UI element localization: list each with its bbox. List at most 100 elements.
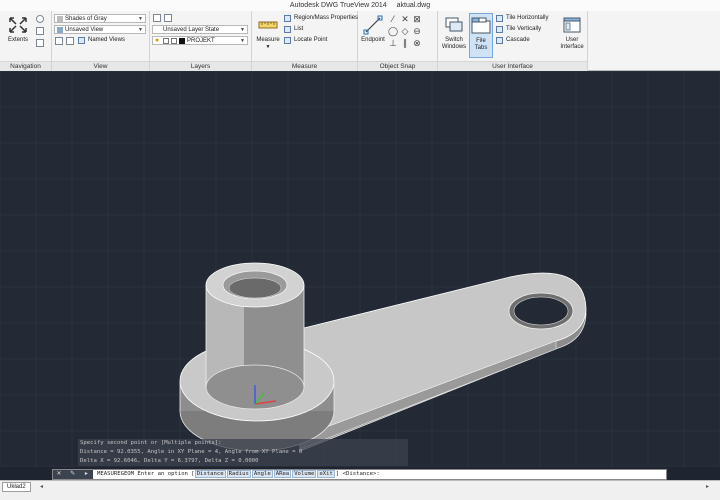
- chevron-down-icon: ▼: [265, 44, 271, 50]
- user-interface-button[interactable]: User Interface: [558, 15, 586, 51]
- extents-button[interactable]: Extents: [4, 15, 32, 44]
- region-mass-properties-button[interactable]: Region/Mass Properties: [284, 14, 358, 23]
- ribbon: Extents Navigation Shades of Gray ▼ Unsa…: [0, 11, 720, 71]
- lock-icon: [171, 38, 177, 44]
- ruler-icon: [258, 21, 278, 29]
- option-distance[interactable]: Distance: [194, 470, 226, 478]
- option-radius[interactable]: Radius: [226, 470, 251, 478]
- chevron-down-icon: ▼: [240, 27, 245, 33]
- measure-panel-label: Measure: [252, 61, 357, 71]
- option-angle[interactable]: Angle: [251, 470, 273, 478]
- command-line[interactable]: ✕ ✎ ▸ MEASUREGEOM Enter an option [Dista…: [52, 469, 667, 480]
- saved-view-select[interactable]: Unsaved View ▼: [54, 25, 146, 34]
- customize-icon[interactable]: ✎: [67, 470, 79, 479]
- object-snap-panel: Endpoint ⁄ ✕ ⊠ ◯ ◇ ⊖ ⊥ ∥ ⊗ Object Snap: [358, 11, 438, 71]
- endpoint-button[interactable]: Endpoint: [360, 15, 386, 44]
- list-button[interactable]: List: [284, 25, 303, 34]
- lightbulb-icon: ●: [155, 37, 160, 44]
- measure-panel: Measure ▼ Region/Mass Properties List Lo…: [252, 11, 358, 71]
- file-tabs-icon: [471, 17, 491, 34]
- object-snap-panel-label: Object Snap: [358, 61, 437, 71]
- pan-icon[interactable]: [36, 15, 44, 23]
- snap-apparent-icon[interactable]: ⊠: [412, 14, 422, 24]
- view-panel-label: View: [52, 61, 149, 71]
- view-cube-icon[interactable]: [55, 37, 63, 45]
- option-volume[interactable]: Volume: [292, 470, 317, 478]
- snap-center-icon[interactable]: ◯: [388, 26, 398, 36]
- visual-style-select[interactable]: Shades of Gray ▼: [54, 14, 146, 23]
- layer-properties-icon[interactable]: [153, 14, 161, 22]
- command-suffix: <Distance>:: [342, 471, 380, 477]
- chevron-down-icon: ▼: [138, 16, 143, 22]
- navigation-panel-label: Navigation: [0, 61, 51, 71]
- 3d-part-model[interactable]: [0, 71, 720, 467]
- extents-icon: [9, 17, 27, 33]
- orbit-icon[interactable]: [36, 27, 44, 35]
- region-mass-icon: [284, 15, 291, 22]
- switch-windows-icon: [445, 17, 463, 32]
- snap-perpendicular-icon[interactable]: ⊥: [388, 38, 398, 48]
- close-icon[interactable]: ✕: [53, 470, 65, 479]
- snap-midpoint-icon[interactable]: ⁄: [388, 14, 398, 24]
- command-prompt[interactable]: MEASUREGEOM Enter an option [Distance Rad…: [97, 470, 380, 479]
- endpoint-icon: [363, 15, 383, 35]
- layer-state-select[interactable]: Unsaved Layer State ▼: [152, 25, 248, 34]
- list-icon: [284, 26, 291, 33]
- visual-style-icon: [57, 16, 63, 22]
- tile-horizontally-button[interactable]: Tile Horizontally: [496, 14, 548, 23]
- drawing-viewport[interactable]: [0, 71, 720, 467]
- tile-horizontally-icon: [496, 15, 503, 22]
- chevron-down-icon: ▼: [240, 38, 245, 44]
- chevron-down-icon: ▼: [138, 27, 143, 33]
- switch-windows-button[interactable]: Switch Windows: [440, 15, 468, 51]
- layers-panel-label: Layers: [150, 61, 251, 71]
- command-history-line: Specify second point or [Multiple points…: [78, 439, 408, 448]
- tile-vertically-icon: [496, 26, 503, 33]
- navigation-panel: Extents Navigation: [0, 11, 52, 71]
- command-history-line: Delta X = 92.6046, Delta Y = 6.3797, Del…: [78, 457, 408, 466]
- tile-vertically-button[interactable]: Tile Vertically: [496, 25, 541, 34]
- zoom-icon[interactable]: [36, 39, 44, 47]
- viewport-icon[interactable]: [66, 37, 74, 45]
- named-views-button[interactable]: Named Views: [78, 36, 125, 45]
- snap-node-icon[interactable]: ⊗: [412, 38, 422, 48]
- command-line-buttons: ✕ ✎ ▸: [53, 470, 93, 479]
- file-tabs-button[interactable]: File Tabs: [469, 13, 493, 58]
- current-layer-select[interactable]: ● PROJEKT ▼: [152, 36, 248, 45]
- user-interface-icon: [563, 17, 581, 33]
- file-name: aktual.dwg: [396, 2, 431, 9]
- layer-freeze-icon[interactable]: [164, 14, 172, 22]
- locate-point-button[interactable]: Locate Point: [284, 36, 327, 45]
- app-title: Autodesk DWG TrueView 2014: [289, 2, 387, 9]
- user-interface-panel: Switch Windows File Tabs Tile Horizontal…: [438, 11, 588, 71]
- option-area[interactable]: ARea: [273, 470, 292, 478]
- view-panel: Shades of Gray ▼ Unsaved View ▼ Named Vi…: [52, 11, 150, 71]
- view-icon: [57, 27, 63, 33]
- snap-intersection-icon[interactable]: ✕: [400, 14, 410, 24]
- recent-commands-icon[interactable]: ▸: [80, 470, 92, 479]
- cascade-icon: [496, 37, 503, 44]
- scroll-left-icon[interactable]: ◂: [40, 483, 43, 490]
- snap-modes-grid: ⁄ ✕ ⊠ ◯ ◇ ⊖ ⊥ ∥ ⊗: [388, 14, 434, 58]
- measure-button[interactable]: Measure ▼: [254, 15, 282, 51]
- scroll-right-icon[interactable]: ▸: [706, 483, 709, 490]
- layers-panel: Unsaved Layer State ▼ ● PROJEKT ▼ Layers: [150, 11, 252, 71]
- snap-tangent-icon[interactable]: ⊖: [412, 26, 422, 36]
- lever-arm: [299, 272, 587, 452]
- cascade-button[interactable]: Cascade: [496, 36, 530, 45]
- layout-tab[interactable]: Układ2: [2, 482, 31, 492]
- locate-point-icon: [284, 37, 291, 44]
- command-prefix: MEASUREGEOM Enter an option: [97, 471, 188, 477]
- command-history: Specify second point or [Multiple points…: [78, 439, 408, 466]
- layer-color-swatch: [179, 38, 185, 44]
- sun-icon: [163, 38, 169, 44]
- status-bar: Układ2 ◂ ▸: [0, 480, 720, 500]
- option-exit[interactable]: eXit: [317, 470, 335, 478]
- command-history-line: Distance = 92.0355, Angle in XY Plane = …: [78, 448, 408, 457]
- user-interface-panel-label: User Interface: [438, 61, 587, 71]
- snap-quadrant-icon[interactable]: ◇: [400, 26, 410, 36]
- snap-parallel-icon[interactable]: ∥: [400, 38, 410, 48]
- named-views-icon: [78, 37, 85, 44]
- extents-label: Extents: [7, 37, 28, 43]
- title-bar: Autodesk DWG TrueView 2014 aktual.dwg: [0, 0, 720, 11]
